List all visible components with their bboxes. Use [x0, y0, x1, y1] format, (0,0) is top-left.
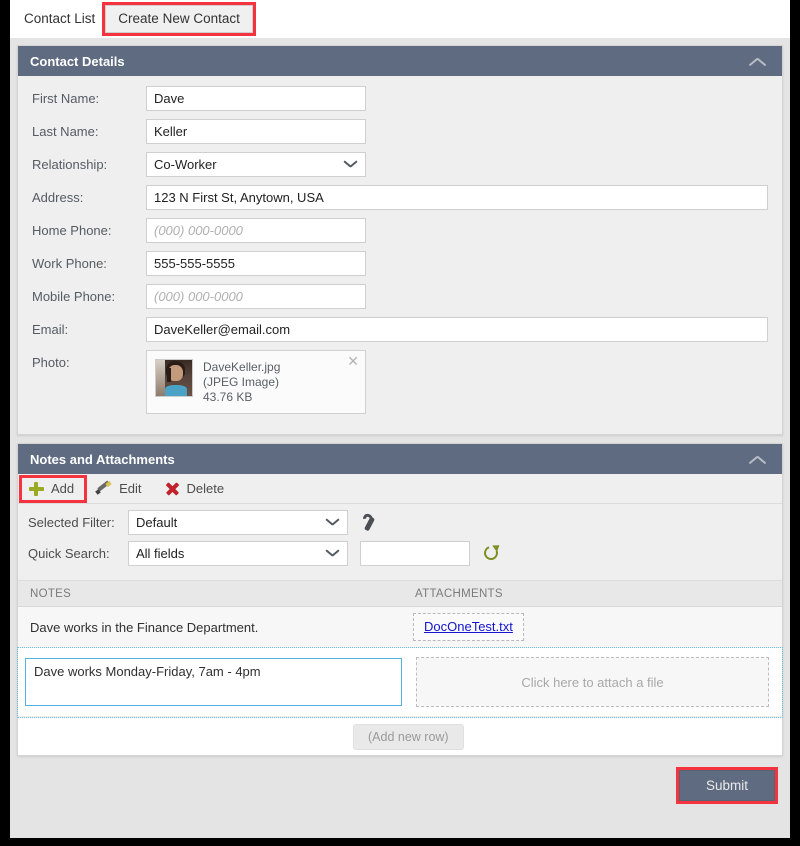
relationship-input[interactable] — [146, 152, 366, 177]
work-phone-label: Work Phone: — [32, 256, 146, 271]
notes-attachments-header[interactable]: Notes and Attachments — [18, 444, 782, 474]
photo-metadata: DaveKeller.jpg (JPEG Image) 43.76 KB — [203, 359, 280, 405]
field-row-relationship: Relationship: — [32, 152, 768, 177]
selected-filter-input[interactable] — [128, 510, 348, 535]
quick-search-field-select[interactable] — [128, 541, 348, 566]
field-row-photo: Photo: DaveKeller.jpg (JPEG Image) 43.76… — [32, 350, 768, 414]
selected-filter-select[interactable] — [128, 510, 348, 535]
wrench-icon[interactable] — [360, 513, 380, 533]
notes-filters: Selected Filter: Quick Search: — [18, 504, 782, 580]
photo-file-name: DaveKeller.jpg — [203, 360, 280, 375]
chevron-up-icon[interactable] — [748, 452, 770, 466]
last-name-label: Last Name: — [32, 124, 146, 139]
column-header-notes: NOTES — [18, 588, 403, 600]
photo-label: Photo: — [32, 350, 146, 370]
note-edit-cell[interactable]: Dave works Monday-Friday, 7am - 4pm — [21, 651, 406, 713]
refresh-icon[interactable] — [482, 544, 502, 564]
grid-header-row: NOTES ATTACHMENTS — [18, 581, 782, 607]
quick-search-row: Quick Search: — [28, 541, 772, 566]
address-input[interactable] — [146, 185, 768, 210]
grid-footer: (Add new row) — [18, 717, 782, 755]
mobile-phone-label: Mobile Phone: — [32, 289, 146, 304]
delete-button[interactable]: Delete — [158, 478, 235, 500]
application-window: Contact List Create New Contact Contact … — [10, 0, 790, 838]
submit-button-label: Submit — [706, 778, 748, 793]
tab-create-new-contact[interactable]: Create New Contact — [105, 5, 253, 33]
tab-bar: Contact List Create New Contact — [10, 0, 790, 38]
tab-create-new-contact-label: Create New Contact — [118, 11, 240, 26]
chevron-up-icon[interactable] — [748, 54, 770, 68]
work-phone-input[interactable] — [146, 251, 366, 276]
table-row[interactable]: Dave works Monday-Friday, 7am - 4pm Clic… — [18, 648, 782, 717]
page-body: Contact Details First Name: Last Name: — [10, 38, 790, 838]
add-new-row-label: (Add new row) — [368, 730, 449, 744]
notes-attachments-panel: Notes and Attachments Add Edit Delete — [17, 443, 783, 756]
relationship-label: Relationship: — [32, 157, 146, 172]
note-textarea[interactable]: Dave works Monday-Friday, 7am - 4pm — [25, 658, 402, 706]
pencil-icon — [96, 481, 113, 496]
quick-search-label: Quick Search: — [28, 546, 128, 561]
quick-search-input[interactable] — [360, 541, 470, 566]
attachment-cell[interactable]: Click here to attach a file — [406, 651, 779, 713]
attachment-dropzone[interactable]: DocOneTest.txt — [413, 613, 524, 641]
field-row-mobile-phone: Mobile Phone: — [32, 284, 768, 309]
address-label: Address: — [32, 190, 146, 205]
field-row-last-name: Last Name: — [32, 119, 768, 144]
selected-filter-label: Selected Filter: — [28, 515, 128, 530]
tab-contact-list-label: Contact List — [24, 11, 95, 26]
quick-search-field-input[interactable] — [128, 541, 348, 566]
plus-icon — [28, 481, 45, 496]
field-row-work-phone: Work Phone: — [32, 251, 768, 276]
x-icon — [164, 481, 181, 496]
delete-button-label: Delete — [187, 481, 225, 497]
field-row-address: Address: — [32, 185, 768, 210]
attachment-cell[interactable]: DocOneTest.txt — [403, 607, 782, 647]
photo-attachment[interactable]: DaveKeller.jpg (JPEG Image) 43.76 KB ✕ — [146, 350, 366, 414]
add-new-row-button[interactable]: (Add new row) — [353, 724, 464, 750]
selected-filter-row: Selected Filter: — [28, 510, 772, 535]
notes-grid: NOTES ATTACHMENTS Dave works in the Fina… — [18, 580, 782, 755]
table-row[interactable]: Dave works in the Finance Department. Do… — [18, 607, 782, 648]
field-row-first-name: First Name: — [32, 86, 768, 111]
photo-thumbnail — [155, 359, 193, 397]
field-row-email: Email: — [32, 317, 768, 342]
attach-file-dropzone[interactable]: Click here to attach a file — [416, 657, 769, 707]
first-name-input[interactable] — [146, 86, 366, 111]
field-row-home-phone: Home Phone: — [32, 218, 768, 243]
email-label: Email: — [32, 322, 146, 337]
home-phone-input[interactable] — [146, 218, 366, 243]
edit-button[interactable]: Edit — [90, 478, 151, 500]
column-header-attachments: ATTACHMENTS — [403, 588, 782, 600]
attachment-link[interactable]: DocOneTest.txt — [424, 619, 513, 634]
notes-attachments-title: Notes and Attachments — [30, 452, 175, 467]
first-name-label: First Name: — [32, 91, 146, 106]
submit-bar: Submit — [17, 764, 783, 801]
contact-details-header[interactable]: Contact Details — [18, 46, 782, 76]
contact-details-title: Contact Details — [30, 54, 125, 69]
photo-file-size: 43.76 KB — [203, 390, 280, 405]
email-input[interactable] — [146, 317, 768, 342]
notes-toolbar: Add Edit Delete — [18, 474, 782, 504]
tab-contact-list[interactable]: Contact List — [14, 5, 105, 33]
close-icon[interactable]: ✕ — [347, 354, 359, 368]
edit-button-label: Edit — [119, 481, 141, 497]
submit-button[interactable]: Submit — [679, 770, 775, 801]
last-name-input[interactable] — [146, 119, 366, 144]
contact-details-panel: Contact Details First Name: Last Name: — [17, 45, 783, 435]
mobile-phone-input[interactable] — [146, 284, 366, 309]
note-text: Dave works in the Finance Department. — [18, 607, 403, 647]
add-button[interactable]: Add — [22, 478, 84, 500]
attach-file-placeholder: Click here to attach a file — [521, 675, 663, 690]
add-button-label: Add — [51, 481, 74, 497]
contact-details-body: First Name: Last Name: Relationship: — [18, 76, 782, 434]
home-phone-label: Home Phone: — [32, 223, 146, 238]
photo-file-type: (JPEG Image) — [203, 375, 280, 390]
relationship-select[interactable] — [146, 152, 366, 177]
